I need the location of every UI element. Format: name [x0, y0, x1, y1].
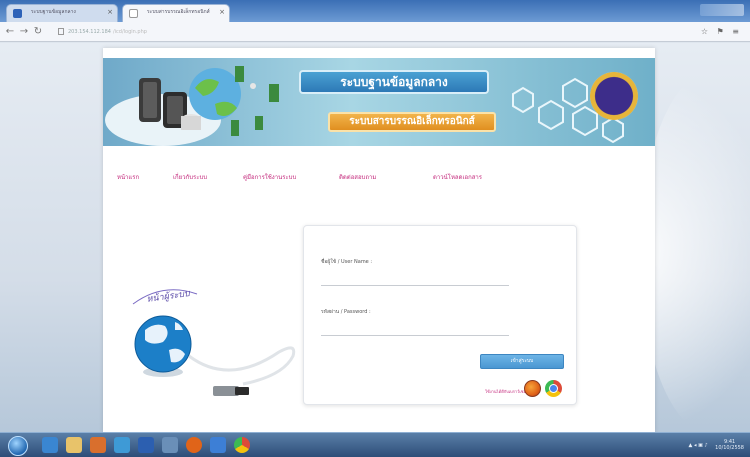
menu-item-home[interactable]: หน้าแรก — [117, 172, 139, 182]
username-input[interactable] — [321, 270, 509, 286]
clock-date: 10/10/2558 — [715, 445, 744, 451]
clock[interactable]: 9:41 10/10/2558 — [715, 439, 744, 451]
password-input[interactable] — [321, 320, 509, 336]
main-menu: หน้าแรก เกี่ยวกับระบบ คู่มือการใช้งานระบ… — [103, 172, 655, 186]
close-tab-icon[interactable]: × — [219, 8, 225, 16]
login-card: ชื่อผู้ใช้ / User Name : รหัสผ่าน / Pass… — [303, 225, 577, 405]
tray-icons[interactable]: ▲ ◂ ▣ ♪ — [689, 443, 708, 449]
toolbar-icons[interactable]: ☆ ⚑ ≡ — [701, 27, 742, 36]
browser-tab-strip: ระบบฐานข้อมูลกลาง × ระบบสารบรรณอิเล็กทรอ… — [0, 0, 750, 22]
menu-item-download[interactable]: ดาวน์โหลดเอกสาร — [433, 172, 482, 182]
browser-tab-1[interactable]: ระบบฐานข้อมูลกลาง × — [6, 4, 118, 22]
taskbar: ▲ ◂ ▣ ♪ 9:41 10/10/2558 — [0, 432, 750, 457]
close-tab-icon[interactable]: × — [107, 8, 113, 16]
window-controls[interactable] — [700, 4, 744, 16]
browser-tab-label: ระบบฐานข้อมูลกลาง — [31, 9, 76, 15]
page-info-icon[interactable] — [58, 28, 64, 35]
back-arrow-icon[interactable]: ← — [4, 26, 16, 38]
menu-item-about[interactable]: เกี่ยวกับระบบ — [173, 172, 207, 182]
menu-item-manual[interactable]: คู่มือการใช้งานระบบ — [243, 172, 296, 182]
folder-taskbar-icon[interactable] — [66, 437, 82, 453]
chrome-icon[interactable] — [545, 380, 562, 397]
username-label: ชื่อผู้ใช้ / User Name : — [321, 259, 373, 265]
password-label: รหัสผ่าน / Password : — [321, 309, 371, 315]
explorer-taskbar-icon[interactable] — [210, 437, 226, 453]
menu-item-contact[interactable]: ติดต่อสอบถาม — [339, 172, 376, 182]
start-button[interactable] — [8, 436, 28, 456]
address-bar: ← → ↻ 203.154.112.184/icd/login.php ☆ ⚑ … — [0, 22, 750, 42]
firefox-icon[interactable] — [524, 380, 541, 397]
media-taskbar-icon[interactable] — [90, 437, 106, 453]
app-taskbar-icon[interactable] — [114, 437, 130, 453]
banner-title: ระบบฐานข้อมูลกลาง — [299, 70, 489, 94]
browser-tab-label: ระบบสารบรรณอิเล็กทรอนิกส์ — [147, 9, 210, 15]
firefox-taskbar-icon[interactable] — [186, 437, 202, 453]
browser-tab-2[interactable]: ระบบสารบรรณอิเล็กทรอนิกส์ × — [122, 4, 230, 22]
globe-illustration: หน้าผู้ระบบ — [132, 288, 296, 396]
header-banner: ระบบฐานข้อมูลกลาง ระบบสารบรรณอิเล็กทรอนิ… — [103, 58, 655, 146]
url-host: 203.154.112.184 — [68, 29, 111, 35]
ie-favicon-icon — [13, 9, 22, 18]
supported-browsers-note: ใช้งานได้ดีกับเบราว์เซอร์ — [485, 389, 528, 394]
banner-subtitle: ระบบสารบรรณอิเล็กทรอนิกส์ — [328, 112, 496, 132]
url-field[interactable]: 203.154.112.184/icd/login.php — [58, 27, 147, 37]
url-path: /icd/login.php — [112, 29, 147, 35]
ie-taskbar-icon[interactable] — [42, 437, 58, 453]
wallpaper-swirl — [640, 73, 750, 433]
forward-arrow-icon[interactable]: → — [18, 26, 30, 38]
reload-icon[interactable]: ↻ — [32, 26, 44, 38]
chrome-taskbar-icon[interactable] — [234, 437, 250, 453]
page-favicon-icon — [129, 9, 138, 18]
word-taskbar-icon[interactable] — [138, 437, 154, 453]
web-page: ระบบฐานข้อมูลกลาง ระบบสารบรรณอิเล็กทรอนิ… — [103, 48, 655, 432]
system-tray[interactable]: ▲ ◂ ▣ ♪ 9:41 10/10/2558 — [689, 439, 744, 451]
organization-seal-logo — [590, 72, 638, 120]
login-button[interactable]: เข้าสู่ระบบ — [480, 354, 564, 369]
window-taskbar-icon[interactable] — [162, 437, 178, 453]
